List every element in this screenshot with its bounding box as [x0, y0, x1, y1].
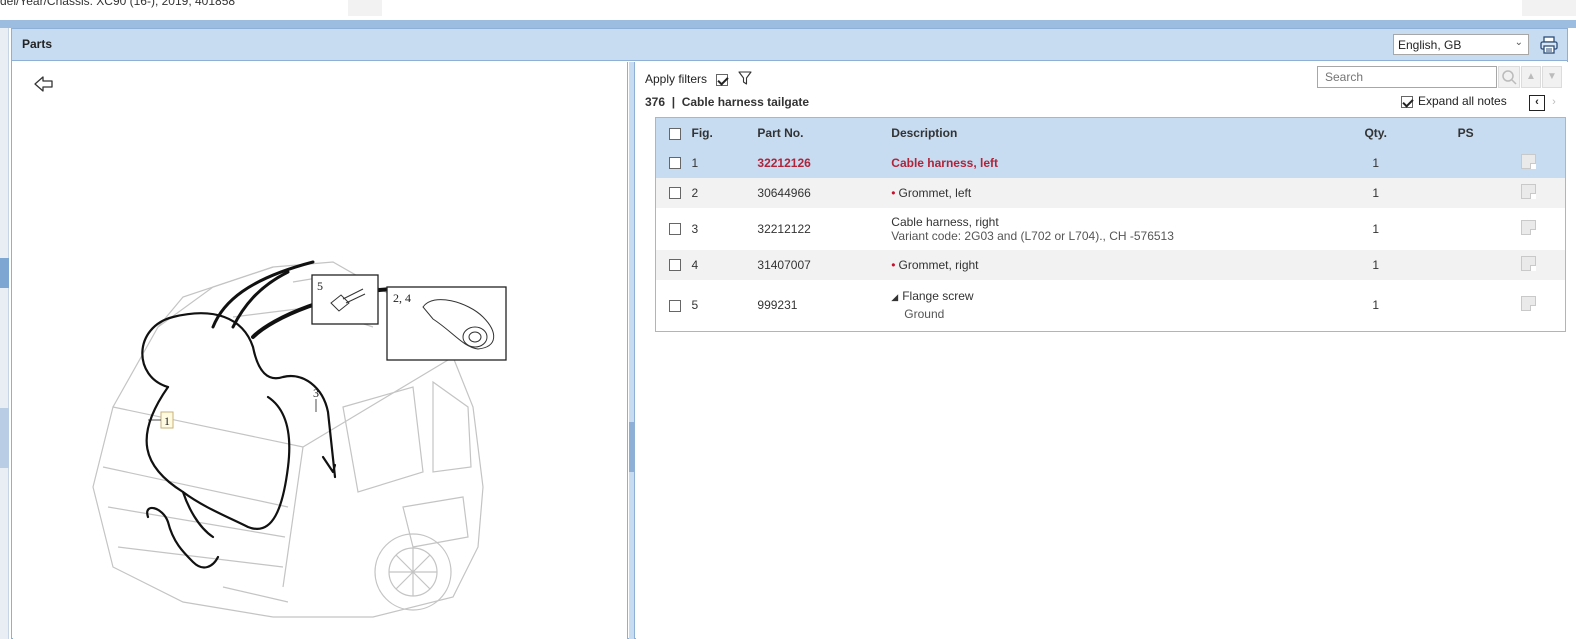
part-no-header[interactable]: Part No.	[757, 117, 892, 148]
filter-icon[interactable]	[738, 71, 752, 85]
context-divider	[348, 0, 382, 16]
left-collapsed-panel	[0, 28, 9, 639]
ps-header[interactable]: PS	[1410, 117, 1521, 148]
row-checkbox[interactable]	[669, 300, 681, 313]
part-no-cell[interactable]: 32212126	[757, 156, 810, 170]
note-icon[interactable]	[1520, 183, 1536, 199]
splitter-grip[interactable]	[629, 422, 635, 472]
parts-panel: Parts English, GB ⌄ 1 3 5 2, 4 Apply fil…	[11, 28, 1568, 639]
qty-header[interactable]: Qty.	[1340, 117, 1411, 148]
qty-cell: 1	[1372, 155, 1380, 170]
qty-cell: 1	[1372, 257, 1380, 272]
part-no-cell[interactable]: 32212122	[757, 222, 810, 236]
notes-header	[1520, 117, 1566, 148]
language-select[interactable]: English, GB ⌄	[1393, 34, 1529, 55]
table-row[interactable]: 3 32212122 Cable harness, right Variant …	[656, 208, 1566, 250]
part-no-cell[interactable]: 31407007	[757, 258, 810, 272]
part-no-cell[interactable]: 30644966	[757, 186, 810, 200]
apply-filters[interactable]: Apply filters	[645, 72, 729, 86]
description-cell: Flange screw	[902, 289, 974, 304]
fig-cell: 2	[691, 185, 699, 200]
ps-cell	[1411, 178, 1521, 208]
collapse-triangle-icon[interactable]: ◢	[891, 292, 898, 302]
next-result-button[interactable]: ▼	[1542, 66, 1562, 88]
expand-all-notes-checkbox[interactable]	[1401, 95, 1413, 108]
description-cell: Cable harness, left	[891, 155, 998, 170]
group-heading: 376 | Cable harness tailgate	[645, 95, 810, 109]
fig-cell: 1	[691, 155, 699, 170]
sub-description: Ground	[904, 307, 945, 322]
left-panel-tab[interactable]	[0, 258, 9, 288]
magnifier-icon	[1502, 70, 1517, 85]
table-row[interactable]: 1 32212126 Cable harness, left 1	[655, 147, 1566, 178]
parts-list-pane: Apply filters ▲ ▼ 376 | Cable harness ta…	[636, 62, 1568, 639]
illustration-pane: 1 3 5 2, 4	[13, 62, 628, 639]
description-cell: Grommet, right	[898, 257, 979, 272]
tailgate-harness-illustration: 1 3 5 2, 4	[92, 260, 507, 618]
expand-all-notes[interactable]: Expand all notes	[1401, 94, 1507, 108]
context-spacer	[714, 0, 1274, 16]
table-row[interactable]: 2 30644966 • Grommet, left 1	[655, 177, 1566, 208]
previous-result-button[interactable]: ▲	[1521, 66, 1541, 88]
note-icon[interactable]	[1520, 255, 1536, 271]
row-checkbox[interactable]	[669, 223, 681, 236]
header-band	[0, 20, 1576, 28]
previous-note-button[interactable]: ‹	[1529, 95, 1545, 111]
printer-icon[interactable]	[1539, 35, 1559, 55]
note-icon[interactable]	[1520, 296, 1536, 312]
table-row[interactable]: 4 31407007 • Grommet, right 1	[655, 249, 1566, 280]
row-checkbox[interactable]	[669, 157, 681, 170]
apply-filters-checkbox[interactable]	[716, 73, 729, 86]
table-header-row: Fig. Part No. Description Qty. PS	[655, 117, 1566, 148]
next-note-button[interactable]: ›	[1546, 95, 1562, 111]
ps-cell	[1411, 148, 1521, 178]
row-checkbox[interactable]	[669, 187, 681, 200]
context-divider	[1522, 0, 1576, 16]
note-icon[interactable]	[1520, 153, 1536, 169]
bullet-icon: •	[891, 257, 896, 272]
callout-1-label: 1	[164, 414, 170, 428]
left-panel-grip[interactable]	[0, 408, 9, 468]
bullet-icon: •	[891, 185, 896, 200]
panel-title: Parts	[22, 37, 53, 51]
description-cell: Grommet, left	[898, 185, 972, 200]
expand-all-notes-label: Expand all notes	[1418, 94, 1507, 108]
note-icon[interactable]	[1520, 219, 1536, 235]
fig-header[interactable]: Fig.	[691, 117, 758, 148]
description-cell: Cable harness, right	[891, 214, 999, 229]
context-bar: del/Year/Chassis: XC90 (16-), 2019, 4018…	[0, 0, 1576, 22]
ps-cell	[1411, 280, 1521, 332]
ps-cell	[1411, 208, 1521, 250]
back-arrow-icon[interactable]	[33, 74, 55, 94]
select-all-cell	[655, 117, 692, 148]
search-button[interactable]	[1498, 66, 1520, 88]
select-all-checkbox[interactable]	[669, 127, 681, 140]
qty-cell: 1	[1372, 221, 1380, 236]
parts-table: Fig. Part No. Description Qty. PS 1 3221…	[655, 117, 1566, 332]
qty-cell: 1	[1372, 298, 1380, 313]
ps-cell	[1411, 250, 1521, 280]
qty-cell: 1	[1372, 185, 1380, 200]
part-no-cell[interactable]: 999231	[757, 298, 797, 312]
search-input[interactable]	[1317, 66, 1497, 88]
language-value: English, GB	[1398, 38, 1462, 52]
parts-panel-header: Parts English, GB ⌄	[12, 29, 1567, 61]
table-row[interactable]: 5 999231 ◢ Flange screw Ground 1	[656, 280, 1566, 332]
callout-3-label: 3	[313, 386, 319, 400]
fig-cell: 3	[691, 221, 699, 236]
fig-cell: 4	[691, 257, 699, 272]
fig-cell: 5	[691, 298, 699, 313]
detail-box-2-4-label: 2, 4	[393, 291, 411, 305]
chevron-down-icon: ⌄	[1514, 37, 1523, 48]
description-header[interactable]: Description	[891, 117, 1341, 148]
pane-splitter[interactable]	[629, 62, 635, 639]
variant-code: Variant code: 2G03 and (L702 or L704)., …	[891, 228, 1174, 243]
vehicle-context: del/Year/Chassis: XC90 (16-), 2019, 4018…	[0, 0, 236, 8]
detail-box-5[interactable]: 5	[311, 274, 379, 325]
detail-box-2-4[interactable]: 2, 4	[386, 286, 507, 361]
detail-box-5-label: 5	[317, 279, 323, 293]
apply-filters-label: Apply filters	[645, 72, 708, 86]
row-checkbox[interactable]	[669, 259, 681, 272]
